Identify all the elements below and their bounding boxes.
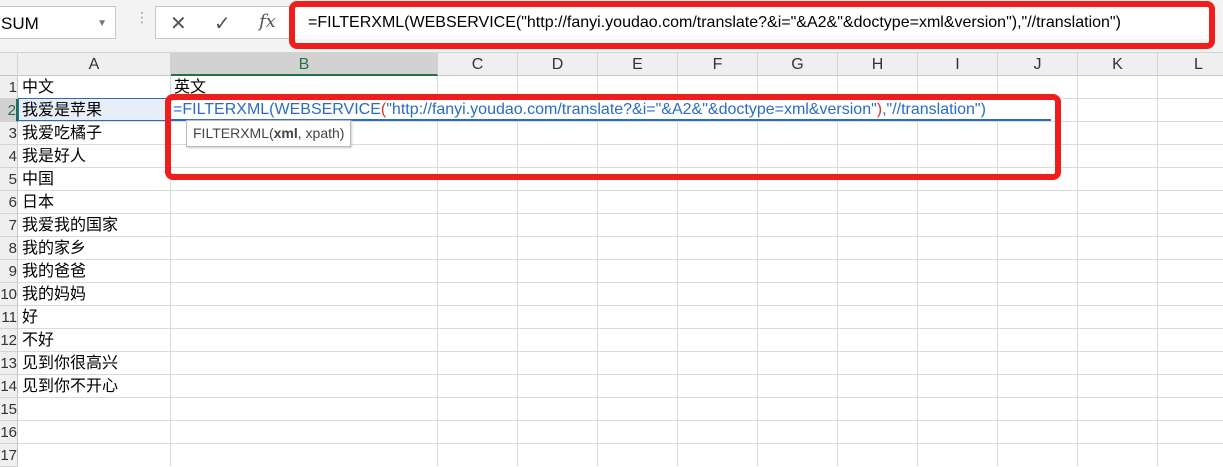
gridline xyxy=(1157,76,1158,466)
select-all-corner[interactable] xyxy=(0,53,18,76)
column-header-b[interactable]: B xyxy=(171,53,438,76)
cell-a10[interactable]: 我的妈妈 xyxy=(22,283,86,306)
cell-a5[interactable]: 中国 xyxy=(22,168,54,191)
name-box-value: SUM xyxy=(1,14,39,33)
cell-a4[interactable]: 我是好人 xyxy=(22,145,86,168)
column-header-f[interactable]: F xyxy=(678,53,758,76)
highlight-box-formula-bar xyxy=(289,1,1215,49)
cell-a9[interactable]: 我的爸爸 xyxy=(22,260,86,283)
row-header-8[interactable]: 8 xyxy=(0,237,18,260)
column-header-l[interactable]: L xyxy=(1158,53,1223,76)
cell-a11[interactable]: 好 xyxy=(22,306,38,329)
row-header-4[interactable]: 4 xyxy=(0,145,18,168)
grip-icon[interactable]: ⋮ xyxy=(135,10,149,24)
cell-a1[interactable]: 中文 xyxy=(22,76,54,99)
cancel-icon[interactable]: ✕ xyxy=(170,11,187,36)
row-header-2[interactable]: 2 xyxy=(0,99,18,122)
row-header-1[interactable]: 1 xyxy=(0,76,18,99)
column-header-j[interactable]: J xyxy=(998,53,1078,76)
column-header-g[interactable]: G xyxy=(758,53,838,76)
highlight-box-cell xyxy=(165,94,1061,180)
column-header-a[interactable]: A xyxy=(18,53,171,76)
cell-a8[interactable]: 我的家乡 xyxy=(22,237,86,260)
enter-icon[interactable]: ✓ xyxy=(214,11,231,36)
column-header-e[interactable]: E xyxy=(598,53,678,76)
formula-buttons: ✕ ✓ fx xyxy=(155,6,290,39)
row-header-9[interactable]: 9 xyxy=(0,260,18,283)
name-box[interactable]: SUM ▼ xyxy=(0,6,116,39)
row-header-10[interactable]: 10 xyxy=(0,283,18,306)
cell-a2[interactable]: 我爱是苹果 xyxy=(22,99,102,122)
row-header-5[interactable]: 5 xyxy=(0,168,18,191)
cell-a14[interactable]: 见到你不开心 xyxy=(22,375,118,398)
row-header-3[interactable]: 3 xyxy=(0,122,18,145)
row-header-6[interactable]: 6 xyxy=(0,191,18,214)
row-header-14[interactable]: 14 xyxy=(0,375,18,398)
cell-a3[interactable]: 我爱吃橘子 xyxy=(22,122,102,145)
row-header-17[interactable]: 17 xyxy=(0,444,18,467)
row-header-15[interactable]: 15 xyxy=(0,398,18,421)
row-header-13[interactable]: 13 xyxy=(0,352,18,375)
column-header-i[interactable]: I xyxy=(918,53,998,76)
row-header-12[interactable]: 12 xyxy=(0,329,18,352)
column-header-h[interactable]: H xyxy=(838,53,918,76)
cell-a6[interactable]: 日本 xyxy=(22,191,54,214)
cell-a12[interactable]: 不好 xyxy=(22,329,54,352)
insert-function-icon[interactable]: fx xyxy=(259,11,276,32)
column-header-d[interactable]: D xyxy=(518,53,598,76)
row-header-16[interactable]: 16 xyxy=(0,421,18,444)
row-header-7[interactable]: 7 xyxy=(0,214,18,237)
cell-a7[interactable]: 我爱我的国家 xyxy=(22,214,118,237)
column-header-k[interactable]: K xyxy=(1078,53,1158,76)
gridline xyxy=(1077,76,1078,466)
column-header-c[interactable]: C xyxy=(438,53,518,76)
cell-a13[interactable]: 见到你很高兴 xyxy=(22,352,118,375)
chevron-down-icon[interactable]: ▼ xyxy=(97,7,107,40)
row-header-11[interactable]: 11 xyxy=(0,306,18,329)
